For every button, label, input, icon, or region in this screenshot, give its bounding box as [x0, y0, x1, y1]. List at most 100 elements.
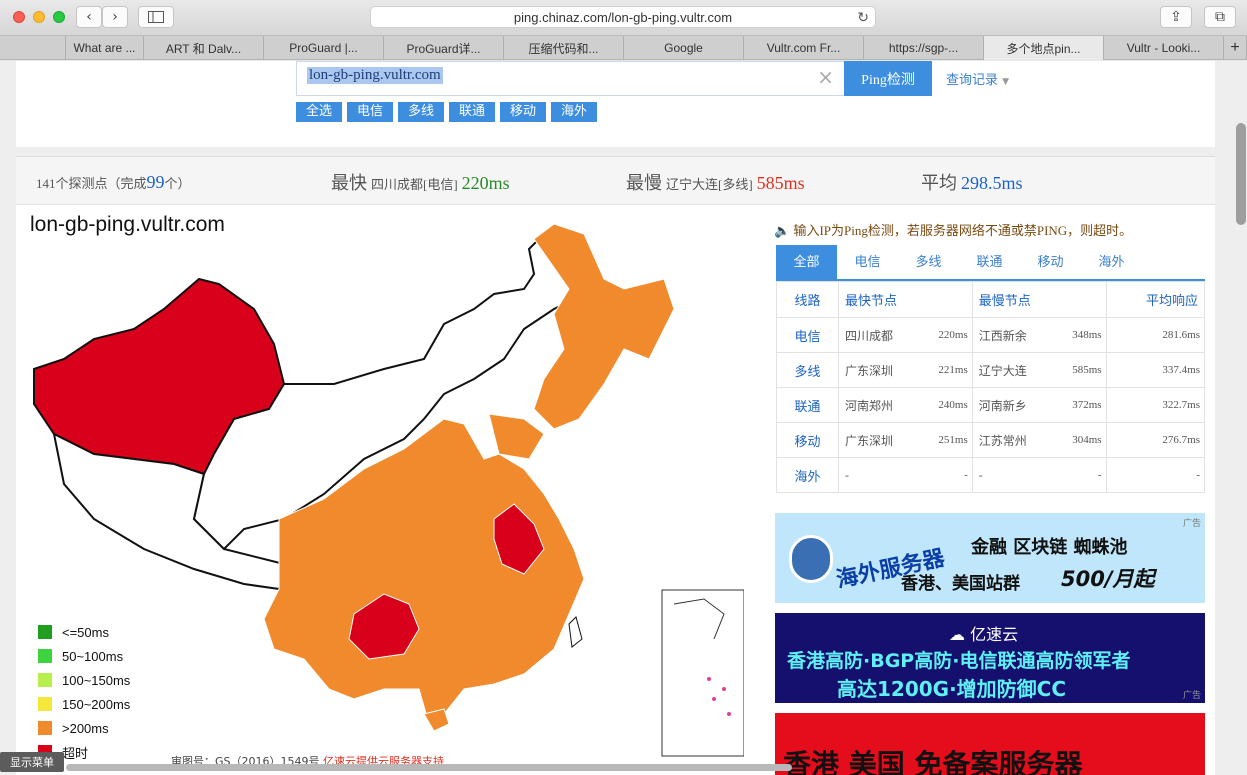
- row-slow-ms: 585ms: [1054, 352, 1107, 388]
- back-button[interactable]: ‹: [76, 6, 102, 28]
- legend-item: 150~200ms: [38, 692, 130, 716]
- row-average: 322.7ms: [1106, 387, 1206, 423]
- map-region-northeast: [533, 223, 675, 430]
- show-menu-button[interactable]: 显示菜单: [0, 752, 64, 772]
- header-fastest: 最快节点: [838, 281, 973, 318]
- url-text: ping.chinaz.com/lon-gb-ping.vultr.com: [513, 9, 733, 25]
- legend-label: <=50ms: [62, 624, 109, 640]
- tab-item[interactable]: Vultr - Looki...: [1104, 36, 1224, 60]
- row-slow-node: 河南新乡: [971, 387, 1055, 423]
- tab-item[interactable]: ART 和 Dalv...: [144, 36, 264, 60]
- query-history-dropdown[interactable]: 查询记录 ▼: [946, 69, 1009, 88]
- filter-overseas-button[interactable]: 海外: [551, 102, 597, 122]
- robot-mascot-icon: [789, 535, 833, 583]
- minimize-window-button[interactable]: [33, 11, 45, 23]
- row-average: 337.4ms: [1106, 352, 1206, 388]
- legend-label: 100~150ms: [62, 672, 131, 688]
- row-average: 276.7ms: [1106, 422, 1206, 458]
- row-slow-node: 江苏常州: [971, 422, 1055, 458]
- filter-telecom-button[interactable]: 电信: [347, 102, 393, 122]
- slowest-label: 最慢: [626, 173, 662, 193]
- row-fast-node: 四川成都: [838, 317, 922, 353]
- table-row: 海外 - - - - -: [776, 457, 1206, 493]
- tab-unicom[interactable]: 联通: [959, 245, 1020, 279]
- row-slow-node: -: [971, 457, 1055, 493]
- row-fast-ms: 220ms: [921, 317, 973, 353]
- vertical-scrollbar[interactable]: [1236, 123, 1246, 225]
- ad1-line2: 香港、美国站群: [901, 574, 1020, 594]
- speaker-icon: 🔈: [774, 223, 791, 238]
- south-china-sea-inset: [661, 589, 744, 757]
- row-average: 281.6ms: [1106, 317, 1206, 353]
- filter-multiline-button[interactable]: 多线: [398, 102, 444, 122]
- row-line[interactable]: 海外: [776, 457, 839, 493]
- sidebar-toggle-button[interactable]: [138, 6, 174, 28]
- legend-swatch: [38, 625, 52, 639]
- legend-label: >200ms: [62, 720, 109, 736]
- new-tab-button[interactable]: +: [1224, 36, 1247, 60]
- reload-icon[interactable]: ↻: [857, 9, 869, 26]
- header-line: 线路: [776, 281, 839, 318]
- tab-item[interactable]: ProGuard |...: [264, 36, 384, 60]
- tab-item[interactable]: ProGuard详...: [384, 36, 504, 60]
- share-icon: ⇪: [1170, 9, 1182, 25]
- row-fast-ms: 240ms: [921, 387, 973, 423]
- host-input[interactable]: lon-gb-ping.vultr.com ×: [296, 61, 845, 96]
- yisuyun-logo: ☁ 亿速云: [949, 621, 1018, 645]
- filter-all-button[interactable]: 全选: [296, 102, 342, 122]
- filter-unicom-button[interactable]: 联通: [449, 102, 495, 122]
- ad1-line1: 金融 区块链 蜘蛛池: [971, 537, 1128, 558]
- row-line[interactable]: 多线: [776, 352, 839, 388]
- row-line[interactable]: 电信: [776, 317, 839, 353]
- ad2-brand: 亿速云: [970, 625, 1019, 644]
- tab-telecom[interactable]: 电信: [837, 245, 898, 279]
- row-line[interactable]: 移动: [776, 422, 839, 458]
- ping-check-button[interactable]: Ping检测: [844, 61, 932, 96]
- tab-item[interactable]: Google: [624, 36, 744, 60]
- tab-item[interactable]: What are ...: [66, 36, 144, 60]
- tab-item[interactable]: https://sgp-...: [864, 36, 984, 60]
- forward-button[interactable]: ›: [102, 6, 128, 28]
- fastest-value: 220ms: [461, 173, 510, 193]
- ad-banner-hk-us-server[interactable]: 香港 美国 免备案服务器: [775, 713, 1205, 775]
- legend-swatch: [38, 673, 52, 687]
- legend-item: >200ms: [38, 716, 130, 740]
- fastest-stat: 最快 四川成都[电信] 220ms: [331, 169, 510, 195]
- row-fast-ms: 221ms: [921, 352, 973, 388]
- clear-input-icon[interactable]: ×: [817, 65, 834, 89]
- ad-banner-overseas-server[interactable]: 广告 海外服务器 金融 区块链 蜘蛛池 香港、美国站群 500/月起: [775, 513, 1205, 603]
- chevron-right-icon: ›: [112, 9, 118, 25]
- horizontal-scrollbar[interactable]: [66, 764, 792, 771]
- row-fast-ms: -: [921, 457, 973, 493]
- tab-item[interactable]: 压缩代码和...: [504, 36, 624, 60]
- share-button[interactable]: ⇪: [1160, 6, 1192, 28]
- query-history-label: 查询记录: [946, 73, 999, 88]
- caret-down-icon: ▼: [1002, 77, 1010, 87]
- tab-item[interactable]: Vultr.com Fr...: [744, 36, 864, 60]
- tab-overseas[interactable]: 海外: [1081, 245, 1142, 279]
- row-line[interactable]: 联通: [776, 387, 839, 423]
- row-slow-ms: -: [1054, 457, 1107, 493]
- tab-all[interactable]: 全部: [776, 245, 837, 279]
- zoom-window-button[interactable]: [53, 11, 65, 23]
- average-stat: 平均 298.5ms: [921, 169, 1023, 195]
- probe-count-prefix: 141个探测点（完成: [36, 176, 147, 191]
- row-slow-ms: 348ms: [1054, 317, 1107, 353]
- tab-item-active[interactable]: 多个地点pin...: [984, 36, 1104, 60]
- legend-label: 50~100ms: [62, 648, 124, 664]
- header-average: 平均响应: [1105, 281, 1206, 318]
- row-fast-node: -: [838, 457, 922, 493]
- row-slow-node: 江西新余: [971, 317, 1055, 353]
- ad-banner-yisuyun[interactable]: ☁ 亿速云 香港高防·BGP高防·电信联通高防领军者 高达1200G·增加防御C…: [775, 613, 1205, 703]
- close-window-button[interactable]: [13, 11, 25, 23]
- slowest-value: 585ms: [756, 173, 805, 193]
- filter-mobile-button[interactable]: 移动: [500, 102, 546, 122]
- tab-item[interactable]: [0, 36, 66, 60]
- summary-stats-bar: 141个探测点（完成99个） 最快 四川成都[电信] 220ms 最慢 辽宁大连…: [16, 157, 1215, 205]
- legend-label: 150~200ms: [62, 696, 131, 712]
- tab-multiline[interactable]: 多线: [898, 245, 959, 279]
- show-tabs-button[interactable]: ⧉: [1204, 6, 1236, 28]
- address-bar[interactable]: ping.chinaz.com/lon-gb-ping.vultr.com ↻: [370, 6, 876, 28]
- row-slow-ms: 372ms: [1054, 387, 1107, 423]
- tab-mobile[interactable]: 移动: [1020, 245, 1081, 279]
